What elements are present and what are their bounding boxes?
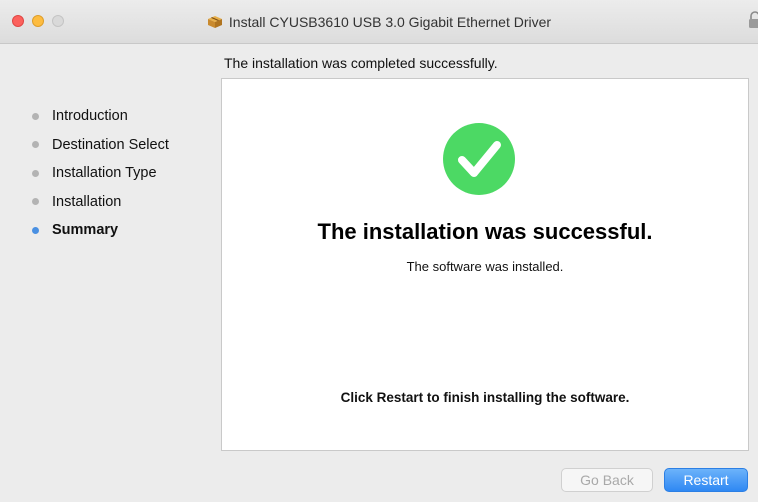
restart-button[interactable]: Restart — [664, 468, 748, 492]
installer-steps: Introduction Destination Select Installa… — [32, 102, 217, 245]
window-title: Install CYUSB3610 USB 3.0 Gigabit Ethern… — [228, 14, 552, 30]
step-label: Summary — [52, 222, 119, 239]
step-bullet-icon — [32, 226, 39, 234]
step-label: Introduction — [52, 108, 128, 125]
step-installation: Installation — [32, 188, 217, 217]
step-installation-type: Installation Type — [32, 159, 217, 188]
step-bullet-icon — [32, 198, 39, 206]
package-icon — [207, 16, 222, 28]
step-bullet-icon — [32, 141, 39, 149]
step-introduction: Introduction — [32, 102, 217, 131]
step-label: Installation — [52, 193, 122, 210]
step-label: Destination Select — [52, 136, 169, 153]
step-label: Installation Type — [52, 165, 157, 182]
step-bullet-icon — [32, 112, 39, 120]
lock-icon — [749, 11, 758, 28]
summary-subtitle: The software was installed. — [406, 259, 564, 274]
window-title-group: Install CYUSB3610 USB 3.0 Gigabit Ethern… — [0, 13, 758, 31]
step-summary: Summary — [32, 216, 217, 245]
installer-status-line: The installation was completed successfu… — [224, 55, 498, 71]
summary-title: The installation was successful. — [317, 219, 653, 244]
step-destination-select: Destination Select — [32, 131, 217, 160]
title-bar[interactable]: Install CYUSB3610 USB 3.0 Gigabit Ethern… — [0, 0, 758, 44]
restart-instruction: Click Restart to finish installing the s… — [340, 390, 630, 405]
step-bullet-icon — [32, 169, 39, 177]
success-checkmark-icon — [443, 123, 515, 195]
installer-window: Install CYUSB3610 USB 3.0 Gigabit Ethern… — [0, 0, 758, 502]
summary-panel: The installation was successful. The sof… — [221, 78, 749, 451]
go-back-button[interactable]: Go Back — [561, 468, 653, 492]
